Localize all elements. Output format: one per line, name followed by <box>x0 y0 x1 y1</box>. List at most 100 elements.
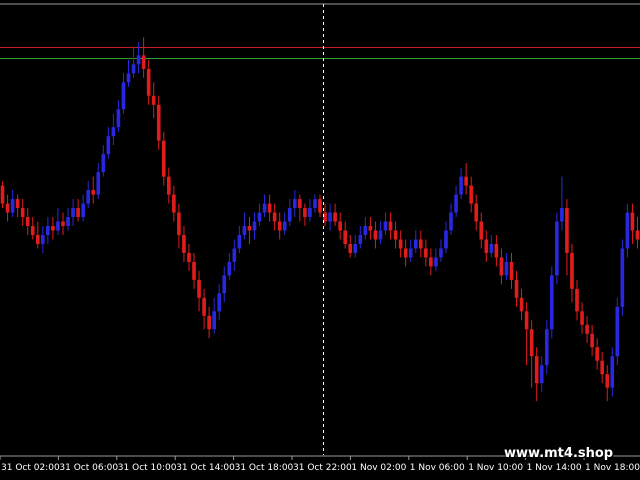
candle <box>393 221 398 249</box>
candle-body <box>207 315 211 330</box>
candle-body <box>56 221 60 231</box>
candle <box>141 37 146 78</box>
candle-body <box>242 226 247 235</box>
candle-body <box>464 176 468 186</box>
candle <box>489 234 494 258</box>
candle-body <box>20 208 25 218</box>
candle <box>131 46 136 78</box>
candle <box>585 315 589 343</box>
candle-body <box>177 212 181 235</box>
candle-body <box>111 127 116 137</box>
candle <box>630 203 635 244</box>
candle-body <box>10 199 15 213</box>
candle-body <box>519 297 524 312</box>
candle-body <box>167 176 171 195</box>
candle <box>524 302 529 366</box>
candle <box>232 239 237 271</box>
candle <box>368 217 373 240</box>
candle <box>434 248 438 271</box>
candle-body <box>565 208 569 253</box>
candle-body <box>534 356 539 384</box>
candle-body <box>0 185 5 204</box>
candle-body <box>156 104 161 141</box>
candle <box>202 288 206 330</box>
candle <box>167 167 171 204</box>
candle-body <box>51 226 55 231</box>
candle <box>161 131 166 186</box>
candle-body <box>146 68 151 96</box>
candle-body <box>383 221 388 231</box>
candle <box>287 199 292 227</box>
candle-body <box>474 203 479 222</box>
candle <box>615 297 620 366</box>
candle <box>192 252 196 289</box>
horizontal-lines[interactable] <box>0 47 640 59</box>
candle <box>439 239 443 262</box>
candle-body <box>257 212 262 222</box>
candle-body <box>635 230 640 240</box>
candle-body <box>338 221 342 231</box>
candle <box>30 217 35 240</box>
candle-body <box>106 136 111 155</box>
candle-body <box>418 239 423 249</box>
x-tick-label: 31 Oct 02:00 <box>1 463 60 473</box>
candle <box>76 199 80 222</box>
candle-body <box>469 185 473 204</box>
candle-body <box>277 221 282 231</box>
candle <box>0 181 5 209</box>
candle <box>635 217 640 249</box>
candle <box>363 217 368 240</box>
candle <box>86 181 91 209</box>
candle-body <box>413 239 418 249</box>
candle <box>96 163 101 200</box>
candle <box>504 252 509 280</box>
candle-body <box>303 208 307 218</box>
candle-body <box>161 140 166 177</box>
candle-body <box>539 365 544 384</box>
candle-body <box>217 293 222 312</box>
candle <box>529 320 534 388</box>
candle-body <box>580 311 584 325</box>
candle-body <box>514 279 519 298</box>
candle-body <box>227 261 232 276</box>
candle-body <box>5 203 10 213</box>
candle <box>41 226 45 253</box>
candle <box>398 230 403 258</box>
candle <box>182 226 186 262</box>
candle <box>5 194 10 222</box>
candle <box>292 190 297 218</box>
candle <box>469 176 473 213</box>
candle-body <box>126 73 131 83</box>
candle <box>418 230 423 258</box>
candle-body <box>544 329 549 366</box>
chart-window[interactable]: 31 Oct 02:00 31 Oct 06:00 31 Oct 10:00 31 O… <box>0 0 640 480</box>
candle <box>519 288 524 321</box>
candle <box>509 252 514 289</box>
candle <box>555 212 559 285</box>
candle <box>116 100 121 132</box>
candle <box>212 297 216 334</box>
candle <box>257 203 262 227</box>
candle-body <box>141 55 146 69</box>
candle-body <box>524 311 529 330</box>
candle <box>35 221 40 249</box>
candle-body <box>197 279 201 298</box>
candle <box>262 194 267 218</box>
candle-body <box>600 360 605 375</box>
candlestick-chart[interactable]: 31 Oct 02:00 31 Oct 06:00 31 Oct 10:00 31 O… <box>0 0 640 480</box>
candle <box>81 194 85 222</box>
candle <box>549 266 554 339</box>
candle <box>151 82 156 119</box>
candle-body <box>187 252 191 262</box>
candle-body <box>313 199 317 209</box>
x-tick-label: 31 Oct 22:00 <box>293 463 352 473</box>
candle <box>590 324 594 357</box>
candle <box>61 212 65 235</box>
x-tick-label: 31 Oct 14:00 <box>176 463 235 473</box>
candle-body <box>121 82 126 110</box>
candle <box>514 270 519 307</box>
candle <box>534 347 539 402</box>
candle-body <box>459 176 463 195</box>
candle <box>313 194 317 213</box>
candle-body <box>439 248 443 258</box>
